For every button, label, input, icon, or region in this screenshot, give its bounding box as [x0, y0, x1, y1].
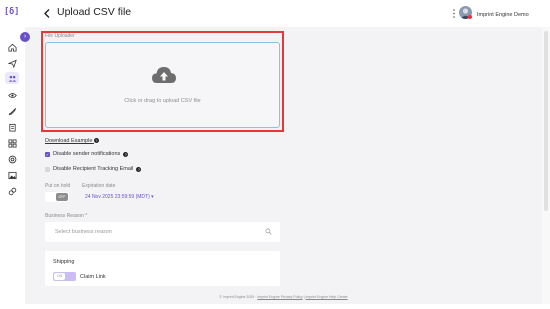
search-icon — [265, 228, 272, 235]
send-icon — [7, 59, 17, 68]
sidebar-collapse-button[interactable]: › — [20, 32, 30, 42]
footer-copyright: © Imprint Engine 2025 · — [219, 295, 257, 299]
page-header: Upload CSV file Imprint Engine Demo — [25, 0, 550, 27]
sidebar: [δ] — [0, 0, 25, 309]
sender-notifications-label: Disable sender notifications — [53, 151, 121, 157]
sender-notifications-checkbox[interactable]: ✓ — [45, 151, 50, 157]
download-example-label: Download Example — [45, 138, 93, 144]
dropzone-text: Click or drag to upload CSV file — [124, 98, 201, 104]
scrollbar-thumb[interactable] — [544, 31, 548, 211]
claim-link-toggle[interactable]: ON — [53, 272, 76, 281]
grid-icon — [7, 138, 17, 148]
sidebar-item-link[interactable] — [5, 185, 19, 197]
recipient-tracking-checkbox[interactable] — [45, 166, 50, 172]
shipping-title: Shipping — [53, 259, 75, 265]
clipboard-icon — [8, 123, 16, 132]
team-icon — [8, 75, 16, 82]
sidebar-item-target[interactable] — [5, 153, 19, 165]
link-icon — [8, 187, 16, 195]
business-reason-placeholder: Select business reason — [55, 229, 112, 235]
image-icon — [7, 171, 17, 179]
rocket-icon — [8, 107, 16, 115]
sidebar-item-send[interactable] — [5, 57, 19, 69]
recipient-tracking-row[interactable]: Disable Recipient Tracking Email ? — [45, 166, 142, 172]
scrollbar[interactable] — [542, 27, 550, 304]
page-title: Upload CSV file — [57, 6, 132, 18]
put-on-hold-label: Put on hold — [45, 183, 71, 189]
sidebar-item-eye[interactable] — [5, 89, 19, 101]
shipping-card: Shipping ON Claim Link — [45, 251, 280, 286]
help-icon[interactable]: ? — [123, 151, 129, 157]
put-on-hold-toggle[interactable]: OFF — [45, 192, 69, 202]
notification-dot — [468, 15, 472, 19]
expiration-date-label: Expiration date — [82, 183, 116, 189]
recipient-tracking-label: Disable Recipient Tracking Email — [53, 166, 134, 172]
claim-link-state: ON — [54, 273, 65, 280]
sidebar-item-team[interactable] — [5, 72, 19, 84]
user-name[interactable]: Imprint Engine Demo — [477, 12, 529, 18]
business-reason-label: Business Reason * — [45, 213, 88, 219]
business-reason-select[interactable]: Select business reason — [45, 222, 280, 242]
help-icon[interactable]: ? — [136, 166, 142, 172]
csv-dropzone[interactable]: Click or drag to upload CSV file — [45, 42, 280, 128]
expiration-date-picker[interactable]: 24 Nov 2025 23:59:59 (MDT) ▾ — [85, 194, 154, 200]
put-on-hold-state: OFF — [56, 193, 68, 201]
footer: © Imprint Engine 2025 · Imprint Engine P… — [25, 291, 542, 303]
help-icon[interactable]: ? — [93, 138, 99, 144]
more-options-icon[interactable] — [452, 8, 456, 19]
sidebar-item-rocket[interactable] — [5, 105, 19, 117]
sidebar-item-grid[interactable] — [5, 137, 19, 149]
help-center-link[interactable]: Imprint Engine Help Center — [305, 295, 347, 299]
sender-notifications-row[interactable]: ✓ Disable sender notifications ? — [45, 151, 129, 157]
download-example-link[interactable]: Download Example ? — [45, 138, 99, 144]
target-icon — [8, 155, 16, 163]
sidebar-item-home[interactable] — [5, 41, 19, 53]
sidebar-item-image[interactable] — [5, 169, 19, 181]
eye-icon — [7, 92, 17, 98]
claim-link-label: Claim Link — [80, 274, 106, 280]
cloud-upload-icon — [152, 67, 176, 83]
home-icon — [7, 43, 17, 52]
privacy-policy-link[interactable]: Imprint Engine Privacy Policy — [257, 295, 302, 299]
app-logo[interactable]: [δ] — [4, 6, 19, 19]
back-arrow-icon[interactable] — [42, 8, 52, 19]
sidebar-item-clipboard[interactable] — [5, 121, 19, 133]
